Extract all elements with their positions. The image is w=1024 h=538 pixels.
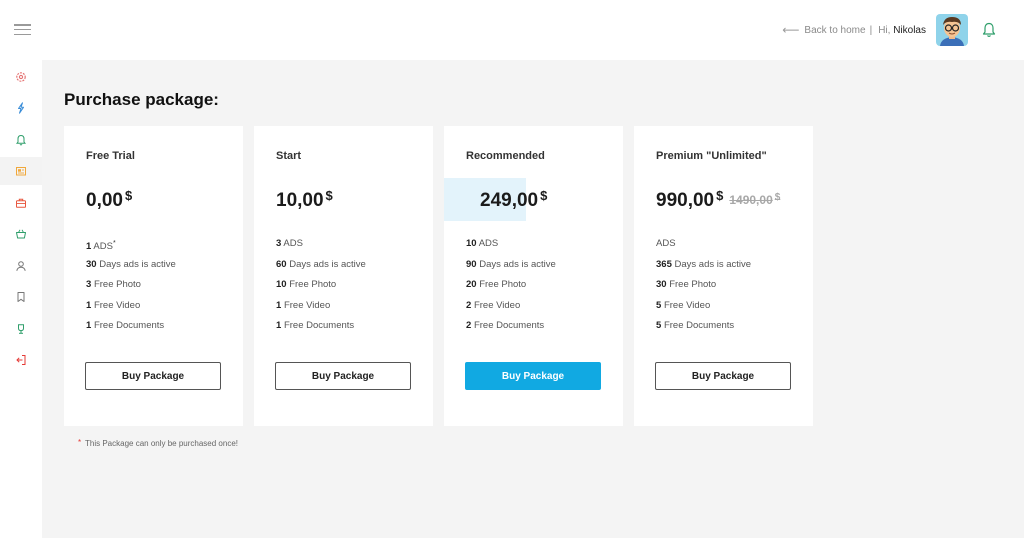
basket-icon: [16, 229, 26, 239]
feature-days: 60 Days ads is active: [276, 258, 366, 270]
price-currency: $: [124, 188, 133, 203]
user-icon: [16, 261, 26, 271]
user-area: ⟵ Back to home | Hi, Nikolas: [782, 12, 996, 48]
package-name: Recommended: [466, 150, 545, 162]
back-to-home-label: Back to home: [804, 24, 866, 36]
price-amount: 0,00: [86, 190, 123, 211]
feature-photo: 3 Free Photo: [86, 279, 141, 291]
package-name: Start: [276, 150, 302, 162]
feature-photo: 30 Free Photo: [656, 279, 717, 291]
buy-package-button[interactable]: Buy Package: [275, 362, 411, 390]
avatar[interactable]: [936, 14, 968, 46]
sidebar-item-settings[interactable]: [0, 63, 42, 91]
price-amount: 990,00: [656, 190, 715, 211]
arrow-left-icon: ⟵: [782, 23, 800, 37]
feature-documents: 2 Free Documents: [466, 320, 545, 332]
feature-documents: 1 Free Documents: [276, 320, 355, 332]
feature-photo: 10 Free Photo: [276, 279, 337, 291]
page-title: Purchase package:: [64, 90, 219, 109]
bell-icon: [15, 134, 27, 146]
top-bar: ⟵ Back to home | Hi, Nikolas: [0, 0, 1024, 60]
flash-icon: [18, 102, 24, 114]
feature-documents: 1 Free Documents: [86, 320, 165, 332]
notification-bell-icon[interactable]: [982, 22, 996, 38]
feature-list: 10 ADS 90 Days ads is active 20 Free Pho…: [466, 238, 556, 341]
footnote: * This Package can only be purchased onc…: [78, 437, 238, 450]
user-name: Nikolas: [893, 24, 926, 36]
price-currency: $: [540, 188, 548, 203]
feature-list: 3 ADS 60 Days ads is active 10 Free Phot…: [276, 238, 366, 341]
feature-documents: 5 Free Documents: [656, 320, 735, 332]
package-price: 990,00 $1490,00 $: [656, 188, 780, 212]
old-price: 1490,00 $: [729, 192, 781, 207]
price-currency: $: [325, 188, 333, 203]
greeting: Hi, Nikolas: [878, 25, 926, 36]
asterisk-mark: *: [112, 240, 116, 247]
price-amount: 249,00: [480, 190, 539, 211]
package-card-recommended: Recommended 249,00 $ 10 ADS 90 Days ads i…: [444, 126, 623, 426]
separator: |: [869, 24, 873, 36]
sidebar-item-awards[interactable]: [0, 315, 42, 343]
feature-list: ADS 365 Days ads is active 30 Free Photo…: [656, 238, 751, 341]
package-name: Premium "Unlimited": [656, 150, 767, 162]
sidebar-item-logout[interactable]: [0, 346, 42, 374]
sidebar-item-saved[interactable]: [0, 283, 42, 311]
cup-icon: [18, 324, 24, 334]
package-price: 10,00 $: [276, 188, 333, 212]
package-card-premium: Premium "Unlimited" 990,00 $1490,00 $ ADS …: [634, 126, 813, 426]
sidebar: [0, 60, 42, 538]
package-price: 249,00 $: [480, 188, 547, 212]
feature-video: 1 Free Video: [86, 299, 141, 311]
package-card-start: Start 10,00 $ 3 ADS 60 Days ads is active…: [254, 126, 433, 426]
price-amount: 10,00: [276, 190, 324, 211]
menu-icon[interactable]: [14, 24, 31, 36]
footnote-text: This Package can only be purchased once!: [85, 439, 238, 448]
feature-video: 1 Free Video: [276, 299, 331, 311]
bookmark-icon: [17, 292, 25, 302]
sidebar-item-shop[interactable]: [0, 220, 42, 248]
feature-ads: 1 ADS*: [86, 240, 116, 253]
feature-list: 1 ADS* 30 Days ads is active 3 Free Phot…: [86, 238, 176, 341]
feature-days: 90 Days ads is active: [466, 258, 556, 270]
buy-package-button[interactable]: Buy Package: [85, 362, 221, 390]
package-card-free-trial: Free Trial 0,00 $ 1 ADS* 30 Days ads is a…: [64, 126, 243, 426]
feature-days: 30 Days ads is active: [86, 258, 176, 270]
sidebar-item-profile[interactable]: [0, 252, 42, 280]
feature-video: 5 Free Video: [656, 299, 711, 311]
feature-ads: 3 ADS: [276, 238, 303, 249]
price-currency: $: [716, 188, 724, 203]
feature-days: 365 Days ads is active: [656, 258, 752, 270]
buy-package-button[interactable]: Buy Package: [465, 362, 601, 390]
back-to-home-link[interactable]: ⟵ Back to home: [782, 23, 865, 37]
ads-icon: [16, 167, 26, 176]
greeting-prefix: Hi,: [878, 24, 891, 36]
sidebar-item-boost[interactable]: [0, 94, 42, 122]
feature-photo: 20 Free Photo: [466, 279, 527, 291]
buy-package-button[interactable]: Buy Package: [655, 362, 791, 390]
package-name: Free Trial: [86, 150, 135, 162]
package-price: 0,00 $: [86, 188, 132, 212]
feature-video: 2 Free Video: [466, 299, 521, 311]
footnote-mark: *: [78, 438, 82, 447]
logout-icon: [16, 355, 26, 365]
sidebar-item-notifications[interactable]: [0, 126, 42, 154]
sidebar-item-ads[interactable]: [0, 157, 42, 185]
gear-icon: [16, 72, 26, 82]
feature-ads: 10 ADS: [466, 238, 499, 249]
sidebar-item-jobs[interactable]: [0, 189, 42, 217]
briefcase-icon: [16, 198, 26, 208]
feature-ads: ADS: [656, 238, 676, 249]
